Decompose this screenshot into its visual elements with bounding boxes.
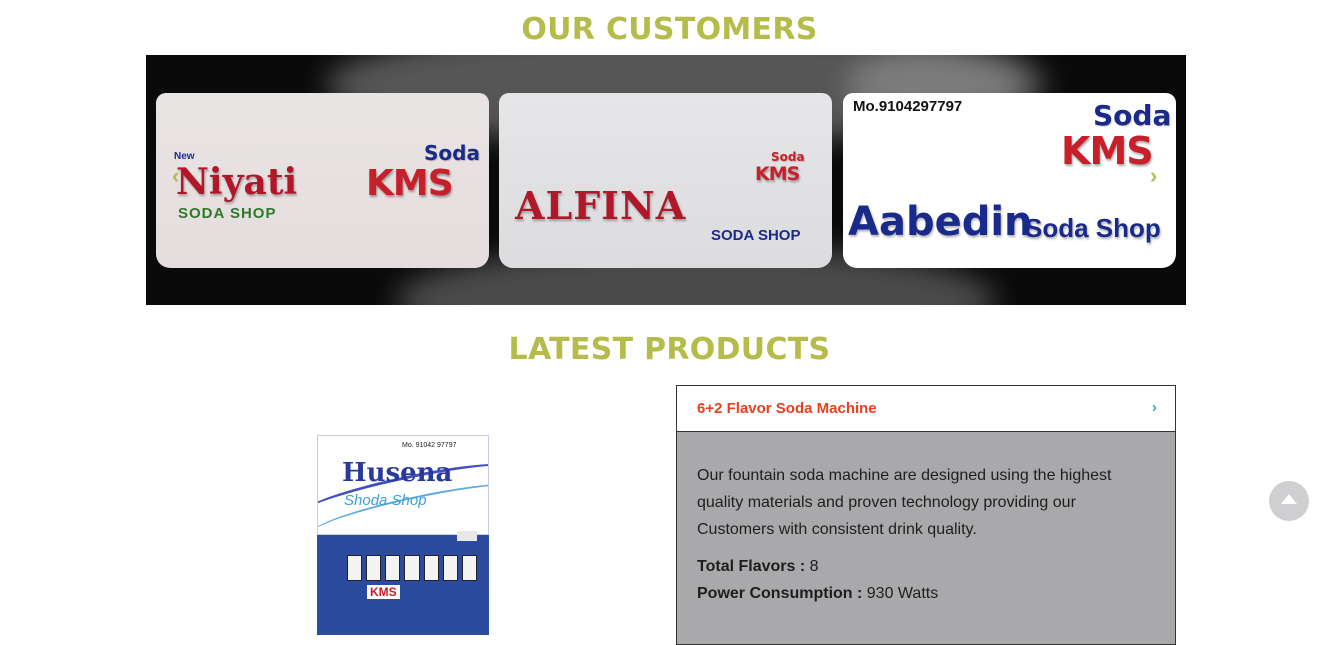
customers-carousel[interactable]: New Niyati SODA SHOP Soda KMS Soda KMS A… [146,55,1186,305]
slide-shop-name: Niyati [176,161,298,203]
spec-value: 930 Watts [862,585,939,602]
slide-shop-label: SODA SHOP [711,227,801,244]
image-kms-logo: KMS [367,585,400,599]
products-title: LATEST PRODUCTS [508,332,831,367]
machine-header-panel: Mo. 91042 97797 Husena Shoda Shop [317,435,489,535]
slide-brand-top: Soda [424,141,480,165]
slide-brand-top: Soda [771,150,805,164]
valve [347,555,363,581]
accordion-title[interactable]: 6+2 Flavor Soda Machine [697,400,877,417]
kms-logo: KMS [1061,129,1154,173]
kms-logo: KMS [755,163,800,185]
chevron-right-icon[interactable]: › [1152,399,1157,416]
image-phone: Mo. 91042 97797 [402,442,457,449]
valve [404,555,420,581]
carousel-next-arrow[interactable]: › [1150,165,1157,187]
product-accordion: 6+2 Flavor Soda Machine › Our fountain s… [676,385,1176,645]
customer-slide-alfina[interactable]: Soda KMS ALFINA SODA SHOP [499,93,832,268]
kms-logo: KMS [366,163,454,204]
spec-row: Power Consumption : 930 Watts [697,580,1155,607]
valve [461,555,477,581]
customer-slide-niyati[interactable]: New Niyati SODA SHOP Soda KMS [156,93,489,268]
valve [423,555,439,581]
slide-shop-name: Aabedin [848,199,1033,245]
product-image[interactable]: Mo. 91042 97797 Husena Shoda Shop KMS [300,435,490,635]
customer-slide-aabedin[interactable]: Mo.9104297797 Soda KMS Aabedin Soda Shop [843,93,1176,268]
slide-shop-label: SODA SHOP [178,205,277,222]
valve-row [347,555,477,581]
machine-gauge [457,531,477,541]
valve [366,555,382,581]
accordion-header[interactable]: 6+2 Flavor Soda Machine › [677,386,1175,432]
image-shop-name: Husena [342,458,453,488]
product-specs: Total Flavors : 8 Power Consumption : 93… [697,553,1155,607]
spec-value: 8 [805,558,819,575]
spec-label: Total Flavors : [697,558,806,575]
slide-shop-name: ALFINA [515,183,687,228]
accordion-body: Our fountain soda machine are designed u… [677,432,1175,607]
machine-body: KMS [317,531,489,635]
slide-phone: Mo.9104297797 [853,98,963,115]
slide-brand-top: Soda [1093,99,1172,132]
spec-label: Power Consumption : [697,585,863,602]
spec-row: Total Flavors : 8 [697,553,1155,580]
valve [385,555,401,581]
scroll-to-top-button[interactable] [1269,481,1309,521]
valve [442,555,458,581]
slide-shop-label: Soda Shop [1025,213,1161,243]
product-description: Our fountain soda machine are designed u… [697,467,1112,538]
carousel-prev-arrow[interactable]: ‹ [172,165,179,187]
customers-title: OUR CUSTOMERS [521,12,818,47]
image-shop-label: Shoda Shop [344,492,427,509]
